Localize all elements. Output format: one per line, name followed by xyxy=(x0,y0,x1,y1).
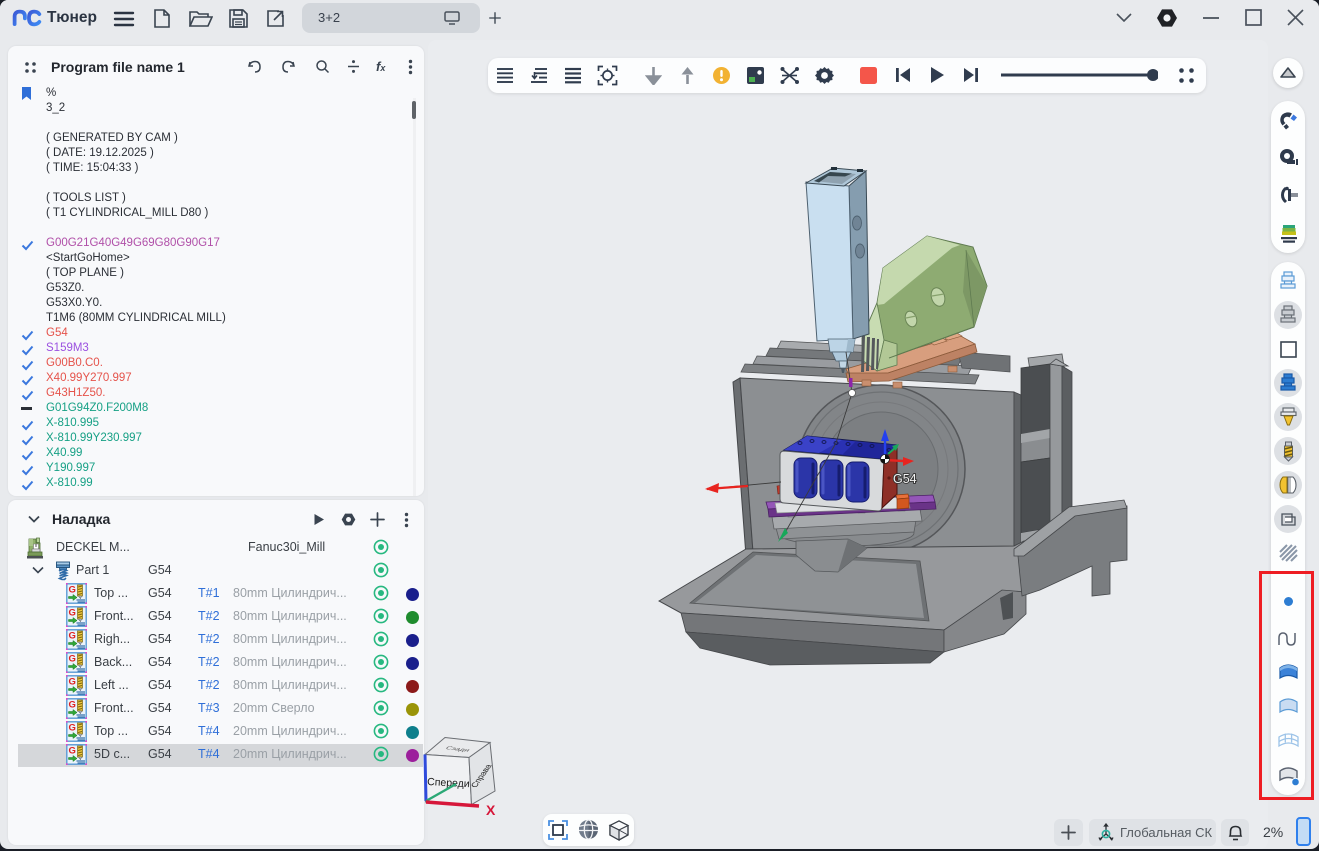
svg-text:G: G xyxy=(69,746,76,757)
svg-text:G: G xyxy=(69,654,76,665)
svg-text:G: G xyxy=(69,631,76,642)
svg-text:G: G xyxy=(69,677,76,688)
svg-text:G54: G54 xyxy=(893,472,917,486)
svg-text:G: G xyxy=(69,723,76,734)
svg-text:G: G xyxy=(69,608,76,619)
svg-text:G: G xyxy=(69,585,76,596)
svg-text:G: G xyxy=(69,700,76,711)
